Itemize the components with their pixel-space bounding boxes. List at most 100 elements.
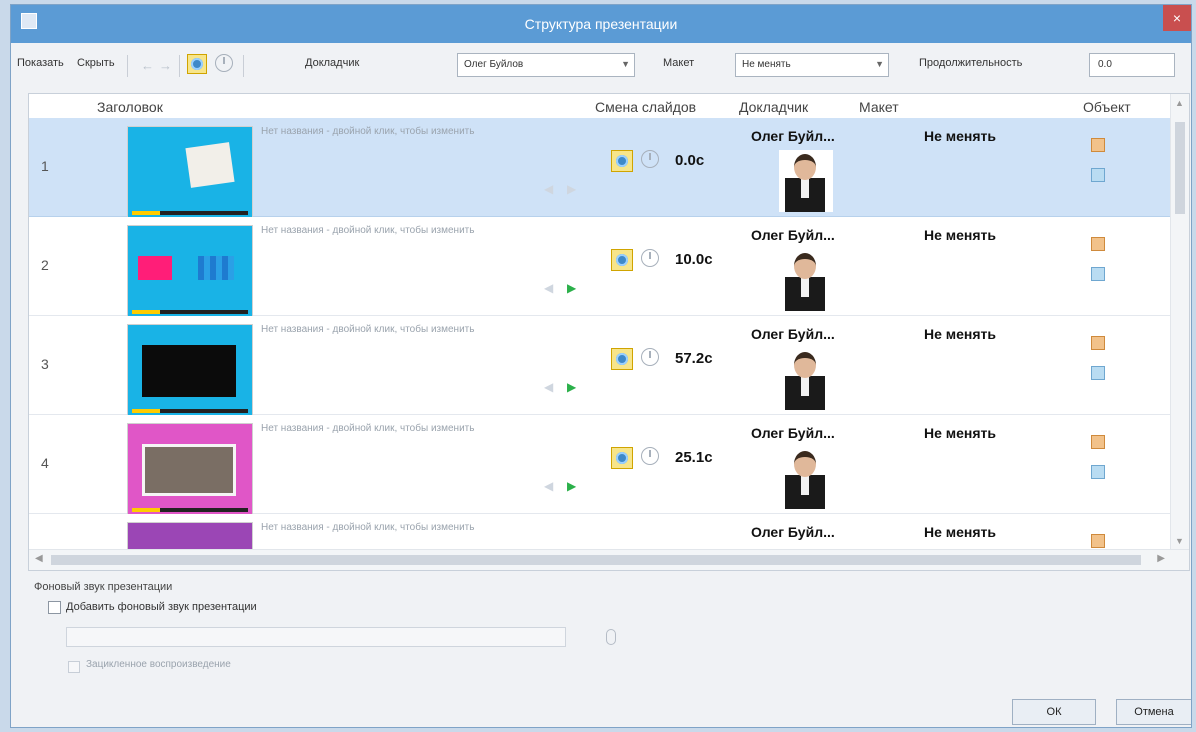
avatar	[779, 447, 833, 509]
slide-image-icon[interactable]	[611, 348, 633, 370]
slide-row[interactable]: 3 Нет названия - двойной клик, чтобы изм…	[29, 316, 1171, 420]
narrator-select[interactable]: Олег Буйлов ▼	[457, 53, 635, 77]
avatar-shirt	[801, 277, 809, 297]
slide-layout: Не менять	[924, 524, 997, 540]
avatar-head	[794, 253, 816, 279]
duration-label: Продолжительность	[919, 57, 1023, 69]
slide-row[interactable]: 1 Нет названия - двойной клик, чтобы изм…	[29, 118, 1171, 222]
arrow-left-icon[interactable]: ◀	[544, 380, 553, 394]
slide-duration[interactable]: 57.2с	[675, 350, 713, 367]
audio-path-input[interactable]	[66, 627, 566, 647]
slide-duration[interactable]: 0.0с	[675, 152, 704, 169]
avatar	[779, 249, 833, 311]
arrow-left-icon[interactable]: ◀	[544, 281, 553, 295]
avatar-shirt	[801, 178, 809, 198]
microphone-icon[interactable]	[606, 629, 616, 645]
loop-playback-label[interactable]: Зацикленное воспроизведение	[86, 659, 231, 670]
slide-index: 4	[41, 455, 49, 471]
thumb-photo-frame	[142, 444, 236, 496]
slide-image-icon[interactable]	[187, 54, 207, 74]
slide-row[interactable]: Нет названия - двойной клик, чтобы измен…	[29, 514, 1171, 550]
arrow-right-icon[interactable]: ▶	[567, 281, 576, 295]
object-audio-icon[interactable]	[1091, 435, 1105, 449]
timer-icon[interactable]	[641, 150, 659, 168]
add-background-audio-label[interactable]: Добавить фоновый звук презентации	[66, 601, 257, 613]
object-audio-icon[interactable]	[1091, 138, 1105, 152]
header-object[interactable]: Объект	[1083, 99, 1131, 115]
horizontal-scrollbar[interactable]: ◀ ▶	[29, 549, 1189, 570]
scroll-thumb[interactable]	[51, 555, 1141, 565]
slide-thumbnail[interactable]	[127, 126, 253, 222]
slide-layout: Не менять	[924, 128, 997, 144]
slide-thumbnail[interactable]	[127, 324, 253, 420]
show-button[interactable]: Показать	[17, 57, 64, 69]
narrator-name: Олег Буйл...	[751, 326, 835, 342]
slide-title-placeholder[interactable]: Нет названия - двойной клик, чтобы измен…	[261, 423, 474, 434]
loop-playback-checkbox[interactable]	[68, 661, 80, 673]
slide-title-placeholder[interactable]: Нет названия - двойной клик, чтобы измен…	[261, 225, 474, 236]
ok-button[interactable]: ОК	[1012, 699, 1096, 725]
slide-thumbnail[interactable]	[127, 522, 253, 550]
slide-duration[interactable]: 25.1с	[675, 449, 713, 466]
layout-select-value: Не менять	[742, 59, 791, 70]
arrow-right-icon[interactable]: ▶	[567, 479, 576, 493]
header-layout[interactable]: Макет	[859, 99, 899, 115]
object-media-icon[interactable]	[1091, 465, 1105, 479]
thumb-video-frame	[142, 345, 236, 397]
slide-title-placeholder[interactable]: Нет названия - двойной клик, чтобы измен…	[261, 324, 474, 335]
arrow-right-icon[interactable]: ▶	[567, 182, 576, 196]
object-audio-icon[interactable]	[1091, 534, 1105, 548]
narrator-name: Олег Буйл...	[751, 128, 835, 144]
slide-title-placeholder[interactable]: Нет названия - двойной клик, чтобы измен…	[261, 522, 474, 533]
narrator-name: Олег Буйл...	[751, 524, 835, 540]
slide-layout: Не менять	[924, 227, 997, 243]
object-audio-icon[interactable]	[1091, 336, 1105, 350]
thumb-photo	[185, 142, 235, 188]
slide-index: 3	[41, 356, 49, 372]
avatar-head	[794, 154, 816, 180]
vertical-scrollbar[interactable]: ▲ ▼	[1170, 94, 1189, 550]
object-media-icon[interactable]	[1091, 168, 1105, 182]
timer-icon[interactable]	[215, 54, 233, 72]
scroll-up-icon[interactable]: ▲	[1175, 98, 1184, 108]
layout-select[interactable]: Не менять ▼	[735, 53, 889, 77]
slide-image-icon[interactable]	[611, 447, 633, 469]
slide-thumbnail[interactable]	[127, 225, 253, 321]
cancel-button[interactable]: Отмена	[1116, 699, 1191, 725]
move-down-icon[interactable]: →	[159, 58, 172, 73]
slide-duration[interactable]: 10.0с	[675, 251, 713, 268]
thumb-footer-bar	[132, 409, 248, 413]
object-audio-icon[interactable]	[1091, 237, 1105, 251]
scroll-right-icon[interactable]: ▶	[1157, 553, 1165, 564]
scroll-down-icon[interactable]: ▼	[1175, 536, 1184, 546]
close-button[interactable]: ×	[1163, 5, 1191, 31]
arrow-right-icon[interactable]: ▶	[567, 380, 576, 394]
slide-thumbnail[interactable]	[127, 423, 253, 519]
object-media-icon[interactable]	[1091, 267, 1105, 281]
duration-input[interactable]: 0.0	[1089, 53, 1175, 77]
header-title[interactable]: Заголовок	[97, 99, 163, 115]
timer-icon[interactable]	[641, 249, 659, 267]
slide-image-icon[interactable]	[611, 249, 633, 271]
arrow-left-icon[interactable]: ◀	[544, 479, 553, 493]
toolbar: Показать Скрыть ← → Докладчик Олег Буйло…	[11, 45, 1191, 87]
add-background-audio-checkbox[interactable]	[48, 601, 61, 614]
hide-button[interactable]: Скрыть	[77, 57, 115, 69]
narrator-name: Олег Буйл...	[751, 425, 835, 441]
object-media-icon[interactable]	[1091, 366, 1105, 380]
header-narrator[interactable]: Докладчик	[739, 99, 808, 115]
timer-icon[interactable]	[641, 447, 659, 465]
slide-title-placeholder[interactable]: Нет названия - двойной клик, чтобы измен…	[261, 126, 474, 137]
slide-image-icon[interactable]	[611, 150, 633, 172]
timer-icon[interactable]	[641, 348, 659, 366]
slide-row[interactable]: 4 Нет названия - двойной клик, чтобы изм…	[29, 415, 1171, 519]
thumb-footer-bar	[132, 211, 248, 215]
move-up-icon[interactable]: ←	[141, 58, 154, 73]
scroll-left-icon[interactable]: ◀	[35, 553, 43, 564]
slide-row[interactable]: 2 Нет названия - двойной клик, чтобы изм…	[29, 217, 1171, 321]
scroll-thumb[interactable]	[1175, 122, 1185, 214]
arrow-left-icon[interactable]: ◀	[544, 182, 553, 196]
avatar-shirt	[801, 475, 809, 495]
header-transition[interactable]: Смена слайдов	[595, 99, 696, 115]
background-audio-panel: Фоновый звук презентации Добавить фоновы…	[28, 571, 1191, 725]
